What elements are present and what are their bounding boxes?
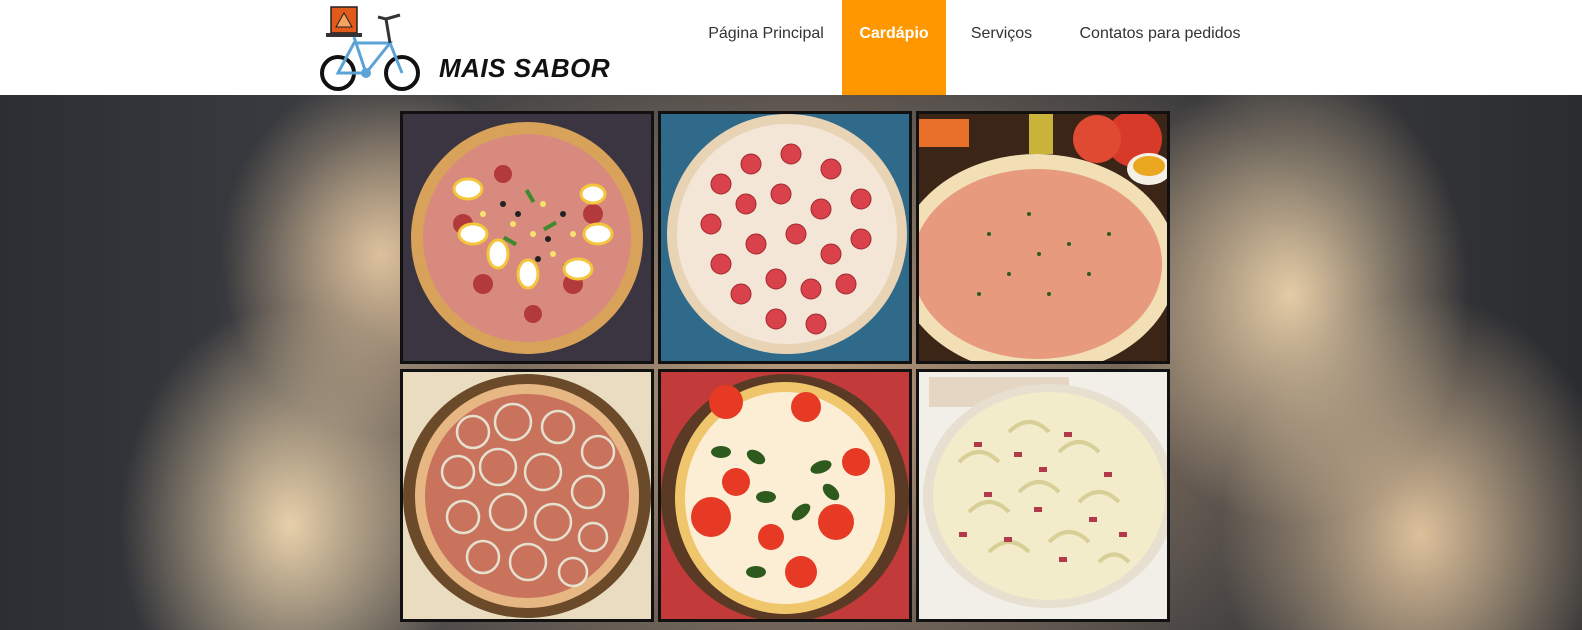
nav-item-pagina-principal[interactable]: Página Principal [690,0,842,95]
bicycle-logo-icon [320,6,420,91]
menu-gallery [400,111,1170,623]
nav-item-servicos[interactable]: Serviços [946,0,1057,95]
menu-image-pizza-portuguesa[interactable] [400,111,654,364]
brand-logo[interactable]: MAIS SABOR [318,5,618,93]
menu-image-pizza-calabresa-mussarela[interactable] [658,111,912,364]
menu-image-pizza-atum[interactable] [916,111,1170,364]
site-header: MAIS SABOR Página Principal Cardápio Ser… [0,0,1582,95]
menu-image-pizza-marguerita[interactable] [658,369,912,622]
main-nav: Página Principal Cardápio Serviços Conta… [690,0,1263,95]
menu-image-pizza-bacon-catupiry[interactable] [916,369,1170,622]
brand-name: MAIS SABOR [439,53,611,83]
nav-item-contatos[interactable]: Contatos para pedidos [1057,0,1263,95]
menu-image-pizza-calabresa-cebola[interactable] [400,369,654,622]
nav-item-cardapio[interactable]: Cardápio [842,0,946,95]
